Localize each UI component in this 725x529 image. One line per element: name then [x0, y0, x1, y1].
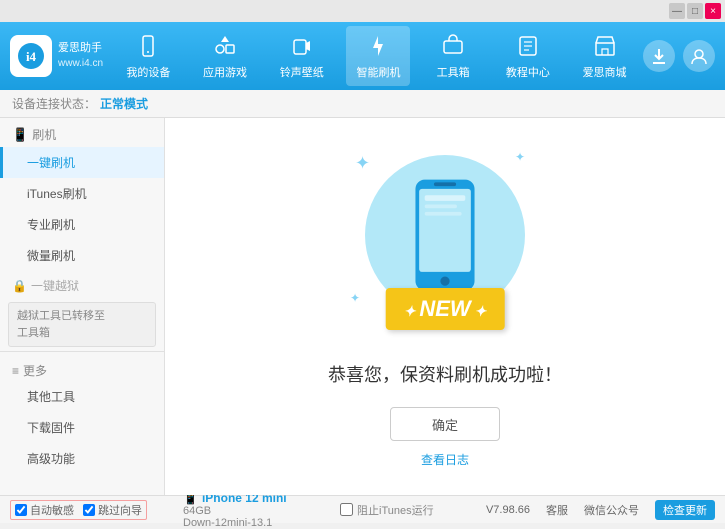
logo-text: 爱思助手 www.i4.cn [58, 41, 103, 70]
sidebar-item-one-key-flash[interactable]: 一键刷机 [0, 147, 164, 178]
status-value: 正常模式 [100, 95, 148, 112]
nav-item-apps[interactable]: 应用游戏 [193, 26, 257, 86]
support-link[interactable]: 客服 [546, 502, 568, 518]
logo-area: i4 爱思助手 www.i4.cn [10, 35, 110, 77]
content-area: ✦ ✦ ✦ NEW 恭喜您，保资料刷机成功啦！ 确定 查看日志 [165, 118, 725, 495]
store-icon [591, 32, 619, 60]
nav-item-my-device[interactable]: 我的设备 [116, 26, 180, 86]
version-label: V7.98.66 [486, 504, 530, 516]
sidebar-jailbreak-title: 🔒 一键越狱 [0, 271, 164, 298]
itunes-checkbox[interactable] [340, 503, 353, 516]
success-illustration: ✦ ✦ ✦ NEW [345, 145, 545, 345]
auto-label: 自动敏感 [30, 502, 74, 518]
sidebar-notice: 越狱工具已转移至 工具箱 [8, 302, 156, 347]
checkbox-group: 自动敏感 跳过向导 [10, 500, 147, 520]
main-layout: 📱 刷机 一键刷机 iTunes刷机 专业刷机 微量刷机 🔒 一键越狱 越狱工具… [0, 118, 725, 495]
sidebar-section-more: ≡ 更多 [0, 356, 164, 381]
nav-label-store: 爱思商城 [583, 64, 627, 80]
sidebar-divider [0, 351, 164, 352]
bottom-left: 自动敏感 跳过向导 [10, 500, 175, 520]
confirm-button[interactable]: 确定 [390, 407, 500, 441]
svg-text:i4: i4 [26, 49, 37, 64]
sidebar-item-download-firmware[interactable]: 下载固件 [0, 412, 164, 443]
download-button[interactable] [643, 40, 675, 72]
sidebar: 📱 刷机 一键刷机 iTunes刷机 专业刷机 微量刷机 🔒 一键越狱 越狱工具… [0, 118, 165, 495]
nav-item-store[interactable]: 爱思商城 [573, 26, 637, 86]
sparkle2: ✦ [515, 150, 525, 164]
bottom-bar: 自动敏感 跳过向导 📱 iPhone 12 mini 64GB Down-12m… [0, 495, 725, 523]
top-nav: i4 爱思助手 www.i4.cn 我的设备 [0, 22, 725, 90]
ringtone-icon [288, 32, 316, 60]
nav-right [643, 40, 715, 72]
skip-checkbox[interactable] [83, 504, 95, 516]
nav-item-ringtones[interactable]: 铃声壁纸 [270, 26, 334, 86]
phone-icon [134, 32, 162, 60]
skip-label: 跳过向导 [98, 502, 142, 518]
itunes-label: 阻止iTunes运行 [357, 502, 434, 518]
logo-icon: i4 [10, 35, 52, 77]
status-bar: 设备连接状态： 正常模式 [0, 90, 725, 118]
close-button[interactable]: × [705, 3, 721, 19]
goto-log-link[interactable]: 查看日志 [421, 451, 469, 468]
nav-label-ringtones: 铃声壁纸 [280, 64, 324, 80]
flash-icon [364, 32, 392, 60]
bottom-right: V7.98.66 客服 微信公众号 检查更新 [486, 500, 715, 520]
title-bar: — □ × [0, 0, 725, 22]
minimize-button[interactable]: — [669, 3, 685, 19]
nav-items: 我的设备 应用游戏 铃声壁纸 [110, 26, 643, 86]
flash-section-icon: 📱 [12, 127, 28, 143]
sparkle1: ✦ [355, 153, 370, 174]
sidebar-item-pro-flash[interactable]: 专业刷机 [0, 209, 164, 240]
sidebar-item-micro-flash[interactable]: 微量刷机 [0, 240, 164, 271]
account-button[interactable] [683, 40, 715, 72]
nav-label-apps: 应用游戏 [203, 64, 247, 80]
maximize-button[interactable]: □ [687, 3, 703, 19]
new-badge: NEW [386, 288, 505, 330]
auto-checkbox[interactable] [15, 504, 27, 516]
status-label: 设备连接状态： [12, 95, 96, 112]
device-storage: 64GB [183, 505, 332, 517]
nav-label-tutorials: 教程中心 [506, 64, 550, 80]
sparkle3: ✦ [350, 291, 360, 305]
tools-icon [439, 32, 467, 60]
nav-item-tutorials[interactable]: 教程中心 [496, 26, 560, 86]
sidebar-item-itunes-flash[interactable]: iTunes刷机 [0, 178, 164, 209]
nav-label-my-device: 我的设备 [126, 64, 170, 80]
nav-item-smart-flash[interactable]: 智能刷机 [346, 26, 410, 86]
update-button[interactable]: 检查更新 [655, 500, 715, 520]
nav-label-toolbox: 工具箱 [437, 64, 470, 80]
wechat-link[interactable]: 微信公众号 [584, 502, 639, 518]
apps-icon [211, 32, 239, 60]
nav-label-smart-flash: 智能刷机 [356, 64, 400, 80]
tutorial-icon [514, 32, 542, 60]
sidebar-item-other-tools[interactable]: 其他工具 [0, 381, 164, 412]
success-title: 恭喜您，保资料刷机成功啦！ [328, 361, 562, 387]
sidebar-section-flash: 📱 刷机 [0, 118, 164, 147]
sidebar-item-advanced[interactable]: 高级功能 [0, 443, 164, 474]
bottom-center: 阻止iTunes运行 [340, 502, 486, 518]
nav-item-toolbox[interactable]: 工具箱 [423, 26, 483, 86]
